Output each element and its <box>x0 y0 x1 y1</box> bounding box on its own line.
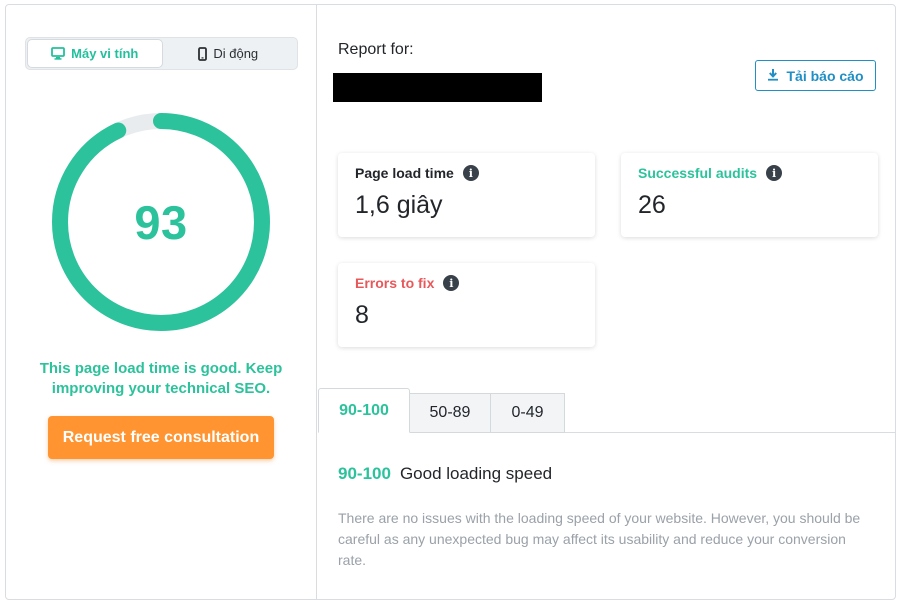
mobile-tab[interactable]: Di động <box>162 40 296 67</box>
device-toggle: Máy vi tính Di động <box>25 37 298 70</box>
desktop-tab[interactable]: Máy vi tính <box>28 40 162 67</box>
successful-audits-label: Successful audits <box>638 165 758 181</box>
range-heading: 90-100 Good loading speed <box>338 464 552 484</box>
info-icon[interactable]: i <box>462 165 479 181</box>
range-value: 90-100 <box>338 464 391 483</box>
page-load-time-label: Page load time <box>355 165 454 181</box>
range-description: There are no issues with the loading spe… <box>338 510 861 568</box>
report-for-label: Report for: <box>338 41 414 58</box>
info-icon[interactable]: i <box>766 165 783 181</box>
monitor-icon <box>51 47 66 60</box>
page-load-time-value: 1,6 giây <box>355 191 443 219</box>
download-icon <box>767 68 779 84</box>
tab-90-100[interactable]: 90-100 <box>318 388 410 433</box>
redacted-url <box>333 73 542 102</box>
errors-to-fix-value: 8 <box>355 301 369 329</box>
smartphone-icon <box>198 46 208 61</box>
range-title: Good loading speed <box>399 464 553 483</box>
desktop-tab-label: Máy vi tính <box>71 46 139 61</box>
download-report-button[interactable]: Tải báo cáo <box>755 60 876 91</box>
errors-to-fix-label: Errors to fix <box>355 275 435 291</box>
status-message: This page load time is good. Keep improv… <box>39 360 283 397</box>
score-gauge: 93 <box>50 111 272 333</box>
score-value: 93 <box>134 195 188 249</box>
download-label: Tải báo cáo <box>786 67 864 84</box>
page-load-time-card: Page load time i 1,6 giây <box>338 153 595 237</box>
tab-50-89[interactable]: 50-89 <box>409 393 491 433</box>
request-consultation-button[interactable]: Request free consultation <box>48 416 274 459</box>
successful-audits-value: 26 <box>638 191 666 219</box>
errors-to-fix-card: Errors to fix i 8 <box>338 263 595 347</box>
speed-report-widget: Máy vi tính Di động 93 This page load ti… <box>5 4 896 600</box>
score-panel: Máy vi tính Di động 93 This page load ti… <box>6 5 317 599</box>
successful-audits-card: Successful audits i 26 <box>621 153 878 237</box>
info-icon[interactable]: i <box>443 275 460 291</box>
report-panel: Report for: Tải báo cáo Page load time i… <box>318 5 895 599</box>
mobile-tab-label: Di động <box>213 46 259 61</box>
tab-0-49[interactable]: 0-49 <box>490 393 565 433</box>
